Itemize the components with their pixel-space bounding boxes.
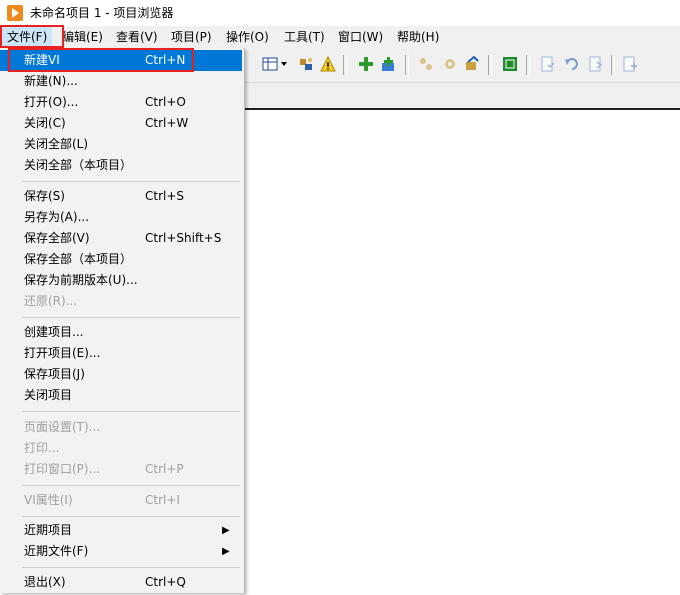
menu-item-print-window: 打印窗口(P)... Ctrl+P <box>24 462 184 476</box>
key-icon[interactable] <box>298 56 314 72</box>
build-icon[interactable] <box>418 56 434 72</box>
menu-separator <box>22 317 240 318</box>
menu-item-save-as[interactable]: 另存为(A)... <box>0 207 242 228</box>
block-diagram-icon[interactable] <box>502 56 518 72</box>
window-title: 未命名项目 1 - 项目浏览器 <box>30 6 174 20</box>
file-menu: 新建VI Ctrl+N 新建(N)... 打开(O)... Ctrl+O 关闭(… <box>0 48 245 593</box>
gear-icon[interactable] <box>442 56 458 72</box>
menu-item-save-project[interactable]: 保存项目(J) <box>0 364 242 385</box>
title-bar: 未命名项目 1 - 项目浏览器 <box>0 0 680 26</box>
deploy-icon[interactable] <box>464 56 480 72</box>
submenu-arrow-icon: ▶ <box>222 525 230 536</box>
menu-file[interactable]: 文件(F) <box>2 26 53 48</box>
menu-separator <box>22 411 240 412</box>
menu-bar: 文件(F) 编辑(E) 查看(V) 项目(P) 操作(O) 工具(T) 窗口(W… <box>0 26 680 48</box>
app-logo-icon <box>7 5 23 21</box>
toolbar-grip <box>611 55 615 75</box>
menu-item-page-setup: 页面设置(T)... <box>24 420 101 434</box>
menu-separator <box>22 567 240 568</box>
menu-item-save-previous-version[interactable]: 保存为前期版本(U)... <box>0 270 242 291</box>
dropdown-arrow-icon[interactable] <box>280 56 288 72</box>
menu-item-revert: 还原(R)... <box>24 294 78 308</box>
menu-item-vi-properties: VI属性(I) Ctrl+I <box>24 493 180 507</box>
add-file-icon[interactable] <box>622 56 638 72</box>
view-grid-icon[interactable] <box>262 56 278 72</box>
menu-item-close-all-project[interactable]: 关闭全部（本项目） <box>0 155 242 176</box>
toolbar-grip <box>526 55 530 75</box>
warning-icon[interactable] <box>320 56 336 72</box>
menu-help[interactable]: 帮助(H) <box>397 26 439 48</box>
menu-item-save-all-project[interactable]: 保存全部（本项目） <box>0 249 242 270</box>
project-tree-pane[interactable] <box>245 108 680 595</box>
menu-item-open-project[interactable]: 打开项目(E)... <box>0 343 242 364</box>
menu-item-close-project[interactable]: 关闭项目 <box>0 385 242 406</box>
toolbar-grip <box>488 55 492 75</box>
submenu-arrow-icon: ▶ <box>222 546 230 557</box>
menu-project[interactable]: 项目(P) <box>171 26 212 48</box>
add-item-icon[interactable] <box>358 56 374 72</box>
menu-item-close[interactable]: 关闭(C) Ctrl+W <box>0 113 242 134</box>
menu-tools[interactable]: 工具(T) <box>284 26 325 48</box>
menu-item-recent-projects[interactable]: 近期项目 ▶ <box>0 520 242 541</box>
menu-item-save[interactable]: 保存(S) Ctrl+S <box>0 186 242 207</box>
menu-item-recent-files[interactable]: 近期文件(F) ▶ <box>0 541 242 562</box>
toolbar-grip <box>405 55 409 75</box>
toolbar-grip <box>343 55 347 75</box>
undo-icon[interactable] <box>564 56 580 72</box>
menu-item-open[interactable]: 打开(O)... Ctrl+O <box>0 92 242 113</box>
menu-item-print: 打印... <box>24 441 60 455</box>
menu-item-close-all[interactable]: 关闭全部(L) <box>0 134 242 155</box>
menu-item-new-vi[interactable]: 新建VI Ctrl+N <box>0 50 242 71</box>
menu-view[interactable]: 查看(V) <box>116 26 158 48</box>
menu-item-exit[interactable]: 退出(X) Ctrl+Q <box>0 572 242 593</box>
check-in-icon[interactable] <box>588 56 604 72</box>
menu-item-create-project[interactable]: 创建项目... <box>0 322 242 343</box>
menu-separator <box>22 181 240 182</box>
menu-window[interactable]: 窗口(W) <box>338 26 383 48</box>
add-folder-icon[interactable] <box>380 56 396 72</box>
menu-item-save-all[interactable]: 保存全部(V) Ctrl+Shift+S <box>0 228 242 249</box>
menu-operate[interactable]: 操作(O) <box>226 26 269 48</box>
menu-separator <box>22 485 240 486</box>
menu-separator <box>22 516 240 517</box>
menu-item-new[interactable]: 新建(N)... <box>0 71 242 92</box>
check-out-icon[interactable] <box>540 56 556 72</box>
menu-edit[interactable]: 编辑(E) <box>62 26 103 48</box>
